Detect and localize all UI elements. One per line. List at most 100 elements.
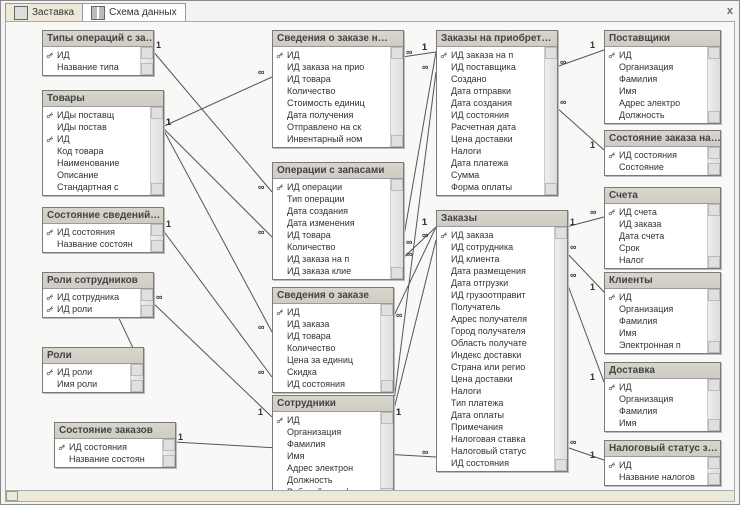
field-row[interactable]: ИД товара xyxy=(276,330,377,342)
field-row[interactable]: ИД заказа xyxy=(276,318,377,330)
field-row[interactable]: Фамилия xyxy=(608,315,704,327)
field-row[interactable]: ИД поставщика xyxy=(440,61,541,73)
field-row[interactable]: Дата отправки xyxy=(440,85,541,97)
table-scrollbar[interactable] xyxy=(150,224,163,252)
field-row[interactable]: Скидка xyxy=(276,366,377,378)
table-t_post[interactable]: Поставщики⚷ИДОрганизацияФамилияИмяАдрес … xyxy=(604,30,721,124)
field-row[interactable]: ⚷ИД состояния xyxy=(608,149,704,161)
field-row[interactable]: ИД товара xyxy=(276,229,387,241)
field-row[interactable]: Цена доставки xyxy=(440,133,541,145)
field-row[interactable]: Фамилия xyxy=(276,438,377,450)
field-row[interactable]: Стандартная с xyxy=(46,181,147,193)
table-t_sost_sved[interactable]: Состояние сведений…⚷ИД состоянияНазвание… xyxy=(42,207,164,253)
field-row[interactable]: Тип операции xyxy=(276,193,387,205)
field-row[interactable]: Форма оплаты xyxy=(440,181,541,193)
table-scrollbar[interactable] xyxy=(140,289,153,317)
table-title[interactable]: Заказы xyxy=(437,211,567,227)
field-row[interactable]: ⚷ИД заказа на п xyxy=(440,49,541,61)
field-row[interactable]: ⚷ИД xyxy=(276,306,377,318)
table-title[interactable]: Счета xyxy=(605,188,720,204)
field-row[interactable]: Срок xyxy=(608,242,704,254)
field-row[interactable]: Фамилия xyxy=(608,405,704,417)
field-row[interactable]: ИД состояния xyxy=(440,109,541,121)
table-scrollbar[interactable] xyxy=(150,107,163,195)
field-row[interactable]: ⚷ИД состояния xyxy=(46,226,147,238)
table-t_sved_zak[interactable]: Сведения о заказе⚷ИДИД заказаИД товараКо… xyxy=(272,287,394,393)
field-row[interactable]: Получатель xyxy=(440,301,551,313)
field-row[interactable]: Цена доставки xyxy=(440,373,551,385)
table-title[interactable]: Доставка xyxy=(605,363,720,379)
field-row[interactable]: Имя xyxy=(608,327,704,339)
field-row[interactable]: Дата счета xyxy=(608,230,704,242)
field-row[interactable]: ИД клиента xyxy=(440,253,551,265)
field-row[interactable]: Страна или регио xyxy=(440,361,551,373)
table-title[interactable]: Поставщики xyxy=(605,31,720,47)
field-row[interactable]: Адрес электро xyxy=(608,97,704,109)
field-row[interactable]: Индекс доставки xyxy=(440,349,551,361)
field-row[interactable]: Фамилия xyxy=(608,73,704,85)
field-row[interactable]: Название типа xyxy=(46,61,137,73)
table-scrollbar[interactable] xyxy=(554,227,567,471)
field-row[interactable]: Налог xyxy=(608,254,704,266)
field-row[interactable]: ⚷ИД состояния xyxy=(58,441,159,453)
field-row[interactable]: Название налогов xyxy=(608,471,704,483)
table-title[interactable]: Товары xyxy=(43,91,163,107)
field-row[interactable]: Город получателя xyxy=(440,325,551,337)
field-row[interactable]: Состояние xyxy=(608,161,704,173)
field-row[interactable]: Дата отгрузки xyxy=(440,277,551,289)
field-row[interactable]: ⚷ИД xyxy=(46,49,137,61)
field-row[interactable]: Цена за единиц xyxy=(276,354,377,366)
field-row[interactable]: Имя xyxy=(608,417,704,429)
field-row[interactable]: ИДы постав xyxy=(46,121,147,133)
table-title[interactable]: Сведения о заказе н… xyxy=(273,31,403,47)
field-row[interactable]: Дата получения xyxy=(276,109,387,121)
table-scrollbar[interactable] xyxy=(162,439,175,467)
field-row[interactable]: Отправлено на ск xyxy=(276,121,387,133)
field-row[interactable]: Имя роли xyxy=(46,378,127,390)
field-row[interactable]: Создано xyxy=(440,73,541,85)
field-row[interactable]: Адрес электрон xyxy=(276,462,377,474)
field-row[interactable]: Дата изменения xyxy=(276,217,387,229)
field-row[interactable]: ⚷ИД операции xyxy=(276,181,387,193)
tab-splash[interactable]: Заставка xyxy=(5,3,83,21)
table-title[interactable]: Сотрудники xyxy=(273,396,393,412)
table-scrollbar[interactable] xyxy=(707,204,720,268)
table-t_sost_zak[interactable]: Состояние заказов⚷ИД состоянияНазвание с… xyxy=(54,422,176,468)
scroll-left-icon[interactable] xyxy=(6,491,18,501)
field-row[interactable]: Налоги xyxy=(440,385,551,397)
table-scrollbar[interactable] xyxy=(390,179,403,279)
table-t_sotr[interactable]: Сотрудники⚷ИДОрганизацияФамилияИмяАдрес … xyxy=(272,395,394,492)
table-title[interactable]: Налоговый статус з… xyxy=(605,441,720,457)
table-t_klienty[interactable]: Клиенты⚷ИДОрганизацияФамилияИмяЭлектронн… xyxy=(604,272,721,354)
field-row[interactable]: Электронная п xyxy=(608,339,704,351)
field-row[interactable]: ИД грузоотправит xyxy=(440,289,551,301)
table-scrollbar[interactable] xyxy=(390,47,403,147)
field-row[interactable]: ИД сотрудника xyxy=(440,241,551,253)
table-scrollbar[interactable] xyxy=(707,457,720,485)
table-scrollbar[interactable] xyxy=(130,364,143,392)
field-row[interactable]: ИД заказа на п xyxy=(276,253,387,265)
field-row[interactable]: ⚷ИД xyxy=(276,414,377,426)
table-t_sost_zak_n[interactable]: Состояние заказа на…⚷ИД состоянияСостоян… xyxy=(604,130,721,176)
field-row[interactable]: ⚷ИД счета xyxy=(608,206,704,218)
field-row[interactable]: Количество xyxy=(276,342,377,354)
field-row[interactable]: ИД заказа xyxy=(608,218,704,230)
table-t_zakazy[interactable]: Заказы⚷ИД заказаИД сотрудникаИД клиентаД… xyxy=(436,210,568,472)
table-title[interactable]: Роли xyxy=(43,348,143,364)
table-title[interactable]: Роли сотрудников xyxy=(43,273,153,289)
field-row[interactable]: Имя xyxy=(276,450,377,462)
table-t_sved_zak_n[interactable]: Сведения о заказе н…⚷ИДИД заказа на прио… xyxy=(272,30,404,148)
field-row[interactable]: ⚷ИД xyxy=(276,49,387,61)
table-t_zak_pr[interactable]: Заказы на приобрет…⚷ИД заказа на пИД пос… xyxy=(436,30,558,196)
field-row[interactable]: Адрес получателя xyxy=(440,313,551,325)
field-row[interactable]: ⚷ИД xyxy=(608,381,704,393)
field-row[interactable]: Организация xyxy=(608,393,704,405)
field-row[interactable]: Сумма xyxy=(440,169,541,181)
table-scrollbar[interactable] xyxy=(707,147,720,175)
field-row[interactable]: ⚷ИД xyxy=(46,133,147,145)
field-row[interactable]: ИД состояния xyxy=(276,378,377,390)
field-row[interactable]: Количество xyxy=(276,241,387,253)
table-t_scheta[interactable]: Счета ⚷ИД счетаИД заказаДата счетаСрокНал… xyxy=(604,187,721,269)
field-row[interactable]: Налоговый статус xyxy=(440,445,551,457)
field-row[interactable]: Должность xyxy=(276,474,377,486)
